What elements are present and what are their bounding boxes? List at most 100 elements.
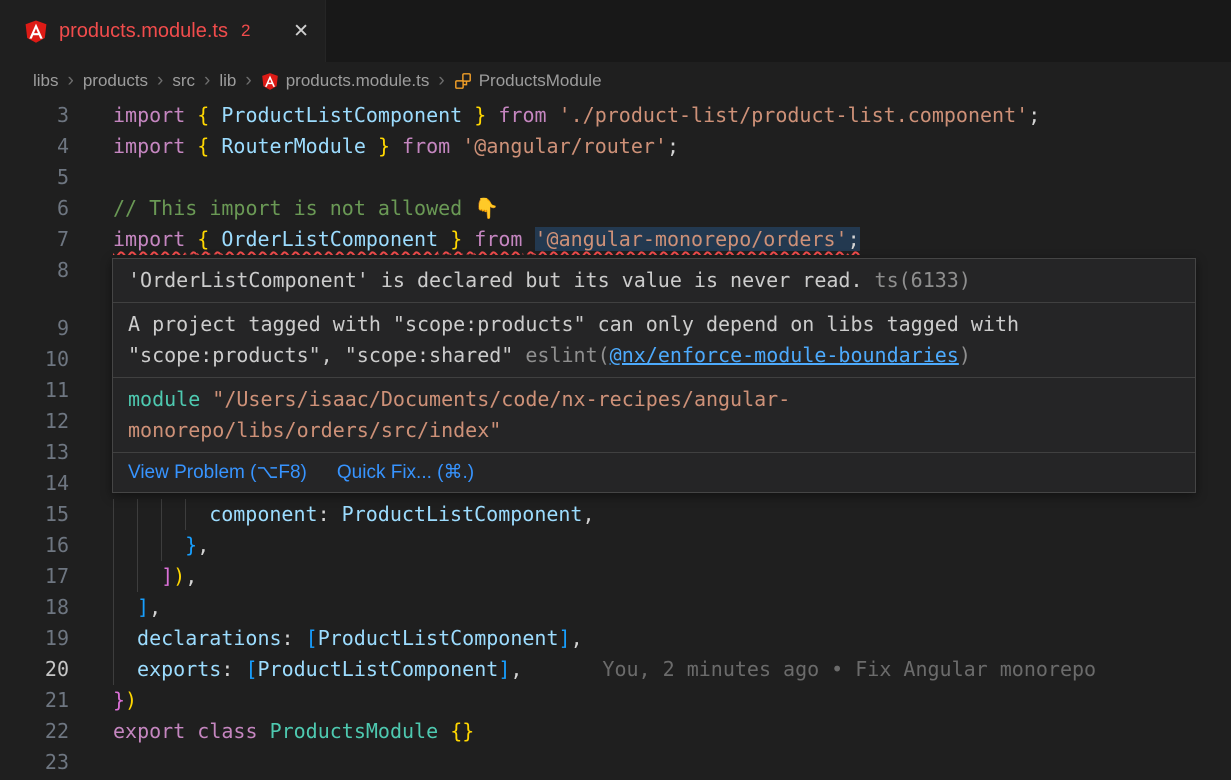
line-content: declarations: [ProductListComponent], — [90, 623, 1231, 654]
indent-guide — [113, 561, 137, 592]
code-token: exports — [137, 657, 221, 681]
hover-text: 'OrderListComponent' is declared but its… — [128, 268, 875, 292]
line-number: 10 — [0, 344, 90, 375]
active-tab[interactable]: products.module.ts 2 ✕ — [0, 0, 326, 62]
indent-guide — [161, 499, 185, 530]
line-number: 22 — [0, 716, 90, 747]
code-token: '@angular/router' — [462, 134, 667, 158]
code-token: , — [185, 564, 197, 588]
code-line-16[interactable]: 16 }, — [0, 530, 1231, 561]
code-token — [438, 719, 450, 743]
code-token: ; — [1028, 103, 1040, 127]
code-token: } — [378, 134, 390, 158]
class-symbol-icon — [454, 72, 472, 90]
code-token: ProductListComponent — [318, 626, 559, 650]
line-number: 19 — [0, 623, 90, 654]
code-token — [185, 227, 197, 251]
breadcrumb-label: libs — [33, 71, 59, 91]
code-token — [330, 502, 342, 526]
code-token — [209, 134, 221, 158]
line-number — [0, 286, 90, 313]
line-number: 7 — [0, 224, 90, 255]
line-number: 11 — [0, 375, 90, 406]
indent-guide — [185, 499, 209, 530]
indent-guide — [113, 623, 137, 654]
code-line-21[interactable]: 21}) — [0, 685, 1231, 716]
code-token: } — [185, 533, 197, 557]
code-line-22[interactable]: 22export class ProductsModule {} — [0, 716, 1231, 747]
line-number: 14 — [0, 468, 90, 499]
code-token — [258, 719, 270, 743]
breadcrumb-item-src[interactable]: src — [172, 71, 195, 91]
code-token: RouterModule — [221, 134, 366, 158]
line-number: 16 — [0, 530, 90, 561]
code-line-19[interactable]: 19 declarations: [ProductListComponent], — [0, 623, 1231, 654]
line-content: exports: [ProductListComponent],You, 2 m… — [90, 654, 1231, 685]
code-token: ) — [173, 564, 185, 588]
quick-fix-action[interactable]: Quick Fix... (⌘.) — [337, 461, 474, 484]
line-content: }) — [90, 685, 1231, 716]
code-token: ProductListComponent — [342, 502, 583, 526]
breadcrumb-item-lib[interactable]: lib — [219, 71, 236, 91]
code-line-7[interactable]: 7import { OrderListComponent } from '@an… — [0, 224, 1231, 255]
code-line-15[interactable]: 15 component: ProductListComponent, — [0, 499, 1231, 530]
line-content: component: ProductListComponent, — [90, 499, 1231, 530]
line-number: 21 — [0, 685, 90, 716]
breadcrumb-item-libs[interactable]: libs — [33, 71, 59, 91]
code-line-3[interactable]: 3import { ProductListComponent } from '.… — [0, 100, 1231, 131]
code-token: : — [221, 657, 245, 681]
code-token — [486, 103, 498, 127]
code-line-20[interactable]: 20 exports: [ProductListComponent],You, … — [0, 654, 1231, 685]
code-token — [185, 103, 197, 127]
line-number: 3 — [0, 100, 90, 131]
tab-close-button[interactable]: ✕ — [293, 20, 309, 43]
line-number: 20 — [0, 654, 90, 685]
indent-guide — [137, 530, 161, 561]
code-token: export — [113, 719, 185, 743]
line-number: 9 — [0, 313, 90, 344]
breadcrumb-label: products — [83, 71, 148, 91]
hover-actions: View Problem (⌥F8) Quick Fix... (⌘.) — [113, 452, 1195, 492]
code-token: : — [318, 502, 330, 526]
code-line-23[interactable]: 23 — [0, 747, 1231, 778]
code-token: component — [209, 502, 317, 526]
code-token — [462, 103, 474, 127]
eslint-rule-link[interactable]: @nx/enforce-module-boundaries — [610, 343, 959, 367]
code-token — [547, 103, 559, 127]
breadcrumb-separator: › — [438, 70, 444, 92]
code-token — [185, 719, 197, 743]
code-line-6[interactable]: 6// This import is not allowed 👇 — [0, 193, 1231, 224]
code-token: , — [582, 502, 594, 526]
hover-row-eslint-diagnostic: A project tagged with "scope:products" c… — [113, 302, 1195, 377]
indent-guide — [113, 499, 137, 530]
code-token: , — [149, 595, 161, 619]
code-token: class — [197, 719, 257, 743]
line-number: 12 — [0, 406, 90, 437]
code-token — [462, 227, 474, 251]
code-token: { — [197, 103, 209, 127]
line-content: import { ProductListComponent } from './… — [90, 100, 1231, 131]
code-token: { — [197, 227, 209, 251]
code-line-17[interactable]: 17 ]), — [0, 561, 1231, 592]
breadcrumb-item-products-module-symbol[interactable]: ProductsModule — [454, 71, 602, 91]
code-line-4[interactable]: 4import { RouterModule } from '@angular/… — [0, 131, 1231, 162]
breadcrumb-item-products-module-ts[interactable]: products.module.ts — [261, 71, 430, 91]
line-number: 23 — [0, 747, 90, 778]
tab-problems-badge: 2 — [241, 21, 250, 41]
view-problem-action[interactable]: View Problem (⌥F8) — [128, 461, 307, 484]
line-number: 6 — [0, 193, 90, 224]
code-token: ] — [498, 657, 510, 681]
code-token: : — [282, 626, 306, 650]
code-line-5[interactable]: 5 — [0, 162, 1231, 193]
line-content — [90, 747, 1231, 778]
indent-guide — [137, 499, 161, 530]
indent-guide — [113, 592, 137, 623]
code-token: ; — [848, 227, 860, 251]
editor-tab-bar: products.module.ts 2 ✕ — [0, 0, 1231, 62]
breadcrumb-separator: › — [204, 70, 210, 92]
code-line-18[interactable]: 18 ], — [0, 592, 1231, 623]
code-token: import — [113, 103, 185, 127]
breadcrumb-item-products[interactable]: products — [83, 71, 148, 91]
code-token: ProductsModule — [270, 719, 439, 743]
vscode-window: products.module.ts 2 ✕ libs › products ›… — [0, 0, 1231, 780]
